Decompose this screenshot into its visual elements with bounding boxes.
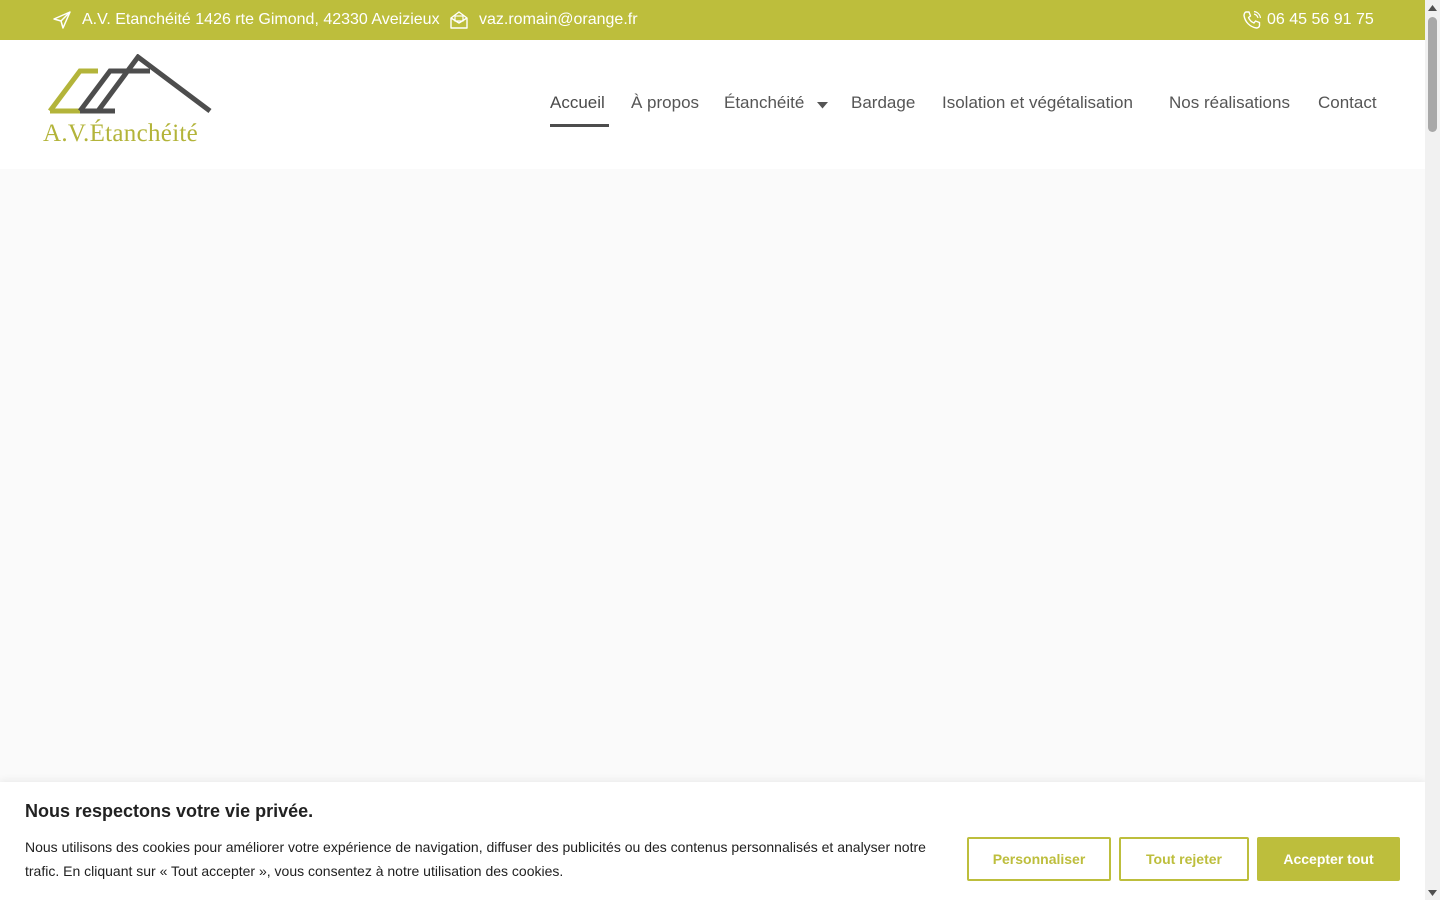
reject-all-button[interactable]: Tout rejeter [1119,837,1249,881]
location-arrow-icon [52,10,72,30]
caret-down-icon [817,94,829,114]
main-nav: Accueil À propos Étanchéité Bardage Isol… [0,40,1425,169]
email-link[interactable]: vaz.romain@orange.fr [479,11,638,29]
address-text: A.V. Etanchéité 1426 rte Gimond, 42330 A… [82,11,440,28]
cookie-banner: Nous respectons votre vie privée. Nous u… [0,782,1425,900]
nav-item-etancheite-label: Étanchéité [724,93,805,112]
page: A.V. Etanchéité 1426 rte Gimond, 42330 A… [0,0,1425,900]
scroll-down-arrow-icon[interactable] [1425,885,1440,900]
accept-all-button[interactable]: Accepter tout [1257,837,1400,881]
hero-section [0,169,1425,782]
scrollbar[interactable] [1425,0,1440,900]
email-item[interactable]: vaz.romain@orange.fr [449,0,638,40]
scroll-up-arrow-icon[interactable] [1425,0,1440,15]
nav-item-bardage[interactable]: Bardage [851,93,915,113]
phone-icon [1242,10,1262,30]
customize-button[interactable]: Personnaliser [967,837,1111,881]
nav-item-a-propos[interactable]: À propos [631,93,699,113]
nav-item-contact[interactable]: Contact [1318,93,1377,113]
phone-link[interactable]: 06 45 56 91 75 [1267,11,1374,29]
active-nav-indicator [550,124,609,127]
top-info-bar: A.V. Etanchéité 1426 rte Gimond, 42330 A… [0,0,1425,40]
nav-item-etancheite[interactable]: Étanchéité [724,93,829,114]
nav-item-accueil[interactable]: Accueil [550,93,605,113]
cookie-title: Nous respectons votre vie privée. [25,801,314,821]
nav-item-realisations[interactable]: Nos réalisations [1169,93,1290,113]
envelope-icon [449,10,469,30]
scrollbar-thumb[interactable] [1428,17,1437,132]
nav-item-isolation[interactable]: Isolation et végétalisation [942,93,1133,113]
site-header: A.V.Étanchéité Accueil À propos Étanchéi… [0,40,1425,169]
phone-item[interactable]: 06 45 56 91 75 [1242,0,1374,40]
address-item: A.V. Etanchéité 1426 rte Gimond, 42330 A… [52,0,440,40]
cookie-text: Nous utilisons des cookies pour améliore… [25,839,926,879]
